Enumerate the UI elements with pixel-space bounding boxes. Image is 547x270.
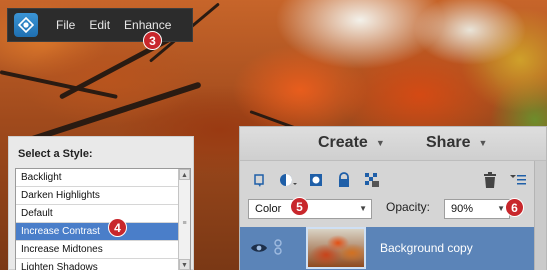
dropdown-arrow-icon: ▼	[359, 204, 367, 213]
style-list-item-selected[interactable]: Increase Contrast	[16, 223, 178, 241]
menu-bar: File Edit Enhance	[7, 8, 193, 42]
style-list-item[interactable]: Lighten Shadows	[16, 259, 178, 270]
tab-create[interactable]: Create ▼	[318, 134, 385, 152]
style-list-item[interactable]: Darken Highlights	[16, 187, 178, 205]
layers-toolbar	[240, 167, 536, 193]
new-layer-icon[interactable]	[250, 170, 270, 190]
style-list-item[interactable]: Default	[16, 205, 178, 223]
callout-badge: 4	[108, 218, 127, 237]
style-list-item[interactable]: Increase Midtones	[16, 241, 178, 259]
menu-enhance[interactable]: Enhance	[124, 18, 171, 32]
style-list-scrollbar[interactable]: ▲ ≡ ▼	[178, 169, 190, 270]
blend-mode-select[interactable]: Color ▼	[248, 199, 372, 219]
panel-tab-bar: Create ▼ Share ▼	[240, 127, 546, 161]
style-picker-panel: Select a Style: Backlight Darken Highlig…	[8, 136, 194, 270]
menu-edit[interactable]: Edit	[89, 18, 110, 32]
blend-mode-value: Color	[255, 203, 282, 215]
chevron-down-icon: ▼	[375, 138, 385, 148]
layer-thumbnail[interactable]	[306, 227, 366, 269]
dropdown-arrow-icon[interactable]: ▼	[497, 200, 505, 218]
trash-icon[interactable]	[480, 170, 500, 190]
chevron-down-icon: ▼	[478, 138, 488, 148]
menu-file[interactable]: File	[56, 18, 75, 32]
opacity-input[interactable]: 90% ▼	[444, 199, 510, 219]
adjustment-layer-icon[interactable]	[278, 170, 298, 190]
tab-create-label: Create	[318, 134, 368, 151]
opacity-label: Opacity:	[386, 200, 431, 214]
style-list: Backlight Darken Highlights Default Incr…	[15, 168, 191, 270]
style-picker-title: Select a Style:	[18, 148, 93, 160]
tab-share[interactable]: Share ▼	[426, 134, 487, 152]
callout-badge: 3	[143, 31, 162, 50]
layer-name[interactable]: Background copy	[380, 241, 473, 255]
eye-visibility-icon[interactable]	[250, 241, 268, 259]
callout-badge: 6	[505, 198, 524, 217]
tab-share-label: Share	[426, 134, 471, 151]
layer-mask-icon[interactable]	[306, 170, 326, 190]
layer-link-icon[interactable]	[274, 239, 282, 260]
blend-options-row: Color ▼ Opacity: 90% ▼	[240, 197, 536, 221]
layer-row-selected[interactable]: Background copy	[240, 227, 536, 270]
layers-panel: Create ▼ Share ▼ Color ▼ Opacity: 90% ▼ …	[239, 126, 547, 270]
style-list-item[interactable]: Backlight	[16, 169, 178, 187]
scroll-down-arrow-icon[interactable]: ▼	[179, 259, 190, 270]
layers-panel-scrollbar[interactable]	[534, 161, 546, 270]
callout-badge: 5	[290, 197, 309, 216]
scroll-thumb-grip-icon[interactable]: ≡	[180, 220, 189, 227]
scroll-up-arrow-icon[interactable]: ▲	[179, 169, 190, 180]
lock-transparency-icon[interactable]	[362, 170, 382, 190]
panel-menu-icon[interactable]	[508, 170, 528, 190]
lock-icon[interactable]	[334, 170, 354, 190]
opacity-value: 90%	[451, 203, 474, 215]
app-icon[interactable]	[14, 13, 38, 37]
